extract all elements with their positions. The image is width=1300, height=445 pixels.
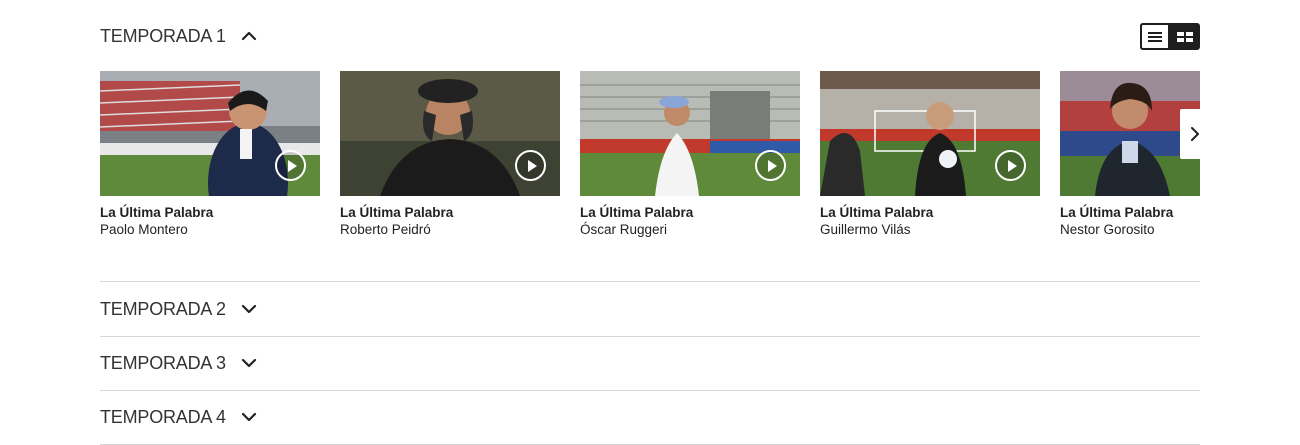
episode-show-title: La Última Palabra	[580, 205, 694, 220]
episode-thumbnail[interactable]	[340, 71, 560, 196]
grid-view-icon[interactable]	[1170, 23, 1200, 50]
stadium-thumbnail-image	[1060, 71, 1200, 196]
season-title: TEMPORADA 4	[100, 406, 226, 427]
chevron-down-icon[interactable]	[240, 408, 258, 426]
episode-thumbnail[interactable]	[1060, 71, 1200, 196]
episode-card[interactable]: La Última Palabra Roberto Peidró	[340, 71, 560, 238]
episode-card[interactable]: La Última Palabra Nestor Gorosito	[1060, 71, 1200, 238]
episode-thumbnail[interactable]	[820, 71, 1040, 196]
episode-card[interactable]: La Última Palabra Paolo Montero	[100, 71, 320, 238]
chevron-up-icon[interactable]	[240, 27, 258, 45]
episode-carousel: La Última Palabra Paolo Montero La Últim…	[100, 71, 1200, 241]
play-circle-icon[interactable]	[275, 150, 306, 181]
season-4-header[interactable]: TEMPORADA 4	[100, 390, 1200, 444]
chevron-right-icon	[1191, 127, 1199, 141]
episode-show-title: La Última Palabra	[340, 205, 454, 220]
view-toggle[interactable]	[1140, 23, 1200, 50]
episode-guest-name: Guillermo Vilás	[820, 222, 911, 237]
episode-show-title: La Última Palabra	[1060, 205, 1174, 220]
season-1-header[interactable]: TEMPORADA 1	[100, 9, 1200, 63]
episode-thumbnail[interactable]	[580, 71, 800, 196]
episode-card[interactable]: La Última Palabra Óscar Ruggeri	[580, 71, 800, 238]
episode-card[interactable]: La Última Palabra Guillermo Vilás	[820, 71, 1040, 238]
play-circle-icon[interactable]	[995, 150, 1026, 181]
play-circle-icon[interactable]	[515, 150, 546, 181]
episode-guest-name: Roberto Peidró	[340, 222, 431, 237]
chevron-down-icon[interactable]	[240, 300, 258, 318]
play-circle-icon[interactable]	[755, 150, 786, 181]
episode-guest-name: Nestor Gorosito	[1060, 222, 1155, 237]
season-title: TEMPORADA 3	[100, 352, 226, 373]
episode-show-title: La Última Palabra	[100, 205, 214, 220]
season-title: TEMPORADA 1	[100, 25, 226, 46]
episode-thumbnail[interactable]	[100, 71, 320, 196]
chevron-down-icon[interactable]	[240, 354, 258, 372]
season-title: TEMPORADA 2	[100, 298, 226, 319]
season-2-header[interactable]: TEMPORADA 2	[100, 282, 1200, 336]
episode-guest-name: Óscar Ruggeri	[580, 222, 668, 237]
episode-guest-name: Paolo Montero	[100, 222, 188, 237]
episode-show-title: La Última Palabra	[820, 205, 934, 220]
carousel-next-button[interactable]	[1180, 109, 1210, 159]
list-view-icon[interactable]	[1140, 23, 1170, 50]
season-3-header[interactable]: TEMPORADA 3	[100, 336, 1200, 390]
